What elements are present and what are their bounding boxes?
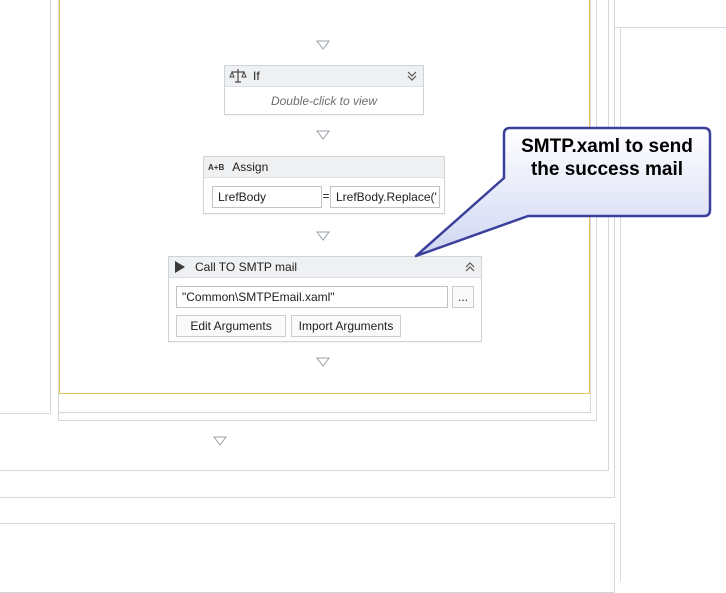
inner-frame-left (0, 0, 51, 414)
if-activity[interactable]: If Double-click to view (224, 65, 424, 115)
bottom-container (0, 523, 615, 593)
callout-text: SMTP.xaml to send the success mail (521, 136, 693, 180)
flow-arrow-3 (316, 231, 330, 241)
play-icon (175, 261, 185, 273)
if-activity-title: If (253, 69, 260, 83)
invoke-workflow-activity[interactable]: Call TO SMTP mail "Common\SMTPEmail.xaml… (168, 256, 482, 342)
flow-arrow-2 (316, 130, 330, 140)
if-activity-header: If (225, 66, 423, 87)
invoke-activity-title: Call TO SMTP mail (195, 260, 298, 274)
flow-arrow-4 (316, 357, 330, 367)
browse-button[interactable]: ... (452, 286, 474, 308)
assign-operator: = (322, 189, 330, 203)
if-activity-hint: Double-click to view (270, 94, 378, 108)
expand-icon[interactable] (406, 70, 418, 82)
assign-to-field[interactable]: LrefBody (212, 186, 322, 208)
right-panel-divider (620, 28, 621, 581)
flow-arrow-1 (316, 40, 330, 50)
edit-arguments-button[interactable]: Edit Arguments (176, 315, 286, 337)
assign-activity-title: Assign (232, 160, 269, 174)
assign-icon: A+B (208, 162, 225, 172)
balance-scale-icon (229, 69, 247, 83)
flow-arrow-5 (213, 436, 227, 446)
import-arguments-button[interactable]: Import Arguments (291, 315, 401, 337)
workflow-file-field[interactable]: "Common\SMTPEmail.xaml" (176, 286, 448, 308)
